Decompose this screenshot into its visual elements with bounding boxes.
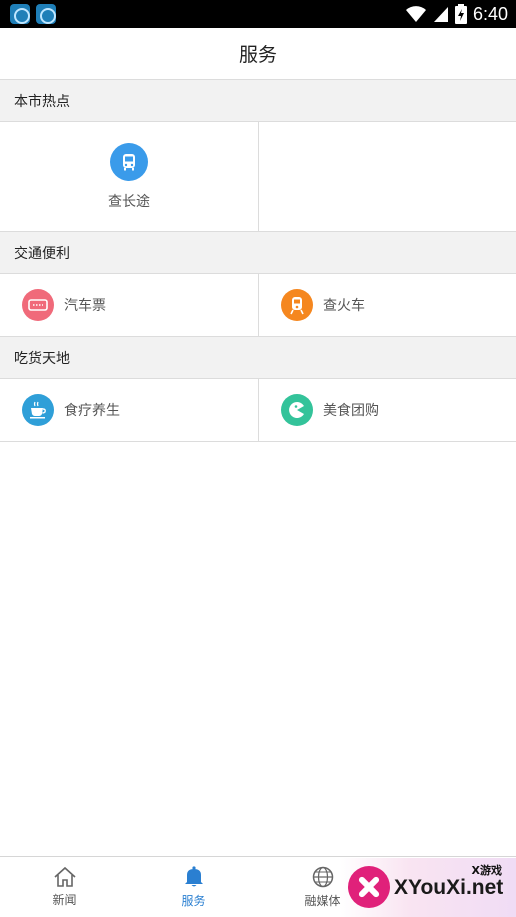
service-label: 美食团购	[323, 403, 379, 419]
bell-icon	[184, 866, 203, 887]
watermark-main-text: XYouXi.net	[394, 876, 504, 899]
watermark-logo-icon	[348, 866, 390, 908]
battery-icon	[454, 4, 467, 24]
service-item-train[interactable]: 查火车	[258, 274, 516, 336]
section-header-food: 吃货天地	[0, 337, 516, 379]
cup-icon	[22, 394, 54, 426]
tab-label: 新闻	[52, 893, 77, 907]
bus-icon	[110, 142, 148, 181]
empty-cell	[258, 122, 516, 231]
app-notification-icon	[36, 4, 56, 24]
section-grid-transport: 汽车票 查火车	[0, 274, 516, 337]
service-label: 查长途	[108, 193, 150, 210]
section-header-transport: 交通便利	[0, 232, 516, 274]
wifi-icon	[405, 6, 426, 22]
train-icon	[281, 289, 313, 321]
service-item-long-distance[interactable]: 查长途	[0, 122, 258, 231]
signal-icon	[433, 7, 448, 22]
status-time: 6:40	[472, 3, 508, 24]
section-title: 交通便利	[14, 245, 70, 262]
service-label: 汽车票	[64, 298, 106, 314]
service-item-bus-ticket[interactable]: 汽车票	[0, 274, 258, 336]
page-header: 服务	[0, 28, 516, 80]
pacman-icon	[281, 394, 313, 426]
service-label: 食疗养生	[64, 403, 120, 419]
tab-services[interactable]: 服务	[129, 857, 258, 917]
ticket-icon	[22, 289, 54, 321]
globe-icon	[312, 866, 333, 888]
app-notification-icon	[10, 4, 30, 24]
service-item-food-group-buy[interactable]: 美食团购	[258, 379, 516, 441]
section-header-hot: 本市热点	[0, 80, 516, 122]
section-grid-food: 食疗养生 美食团购	[0, 379, 516, 442]
watermark-overlay: X游戏 XYouXi.net	[340, 858, 516, 917]
tab-label: 融媒体	[304, 894, 341, 908]
page-title: 服务	[238, 44, 277, 66]
section-grid-hot: 查长途	[0, 122, 516, 232]
tab-news[interactable]: 新闻	[0, 857, 129, 917]
service-label: 查火车	[323, 298, 365, 314]
service-item-diet-health[interactable]: 食疗养生	[0, 379, 258, 441]
home-icon	[53, 866, 76, 887]
status-bar: 6:40	[0, 0, 516, 28]
section-title: 本市热点	[14, 93, 70, 110]
tab-label: 服务	[181, 894, 206, 908]
section-title: 吃货天地	[14, 350, 70, 367]
